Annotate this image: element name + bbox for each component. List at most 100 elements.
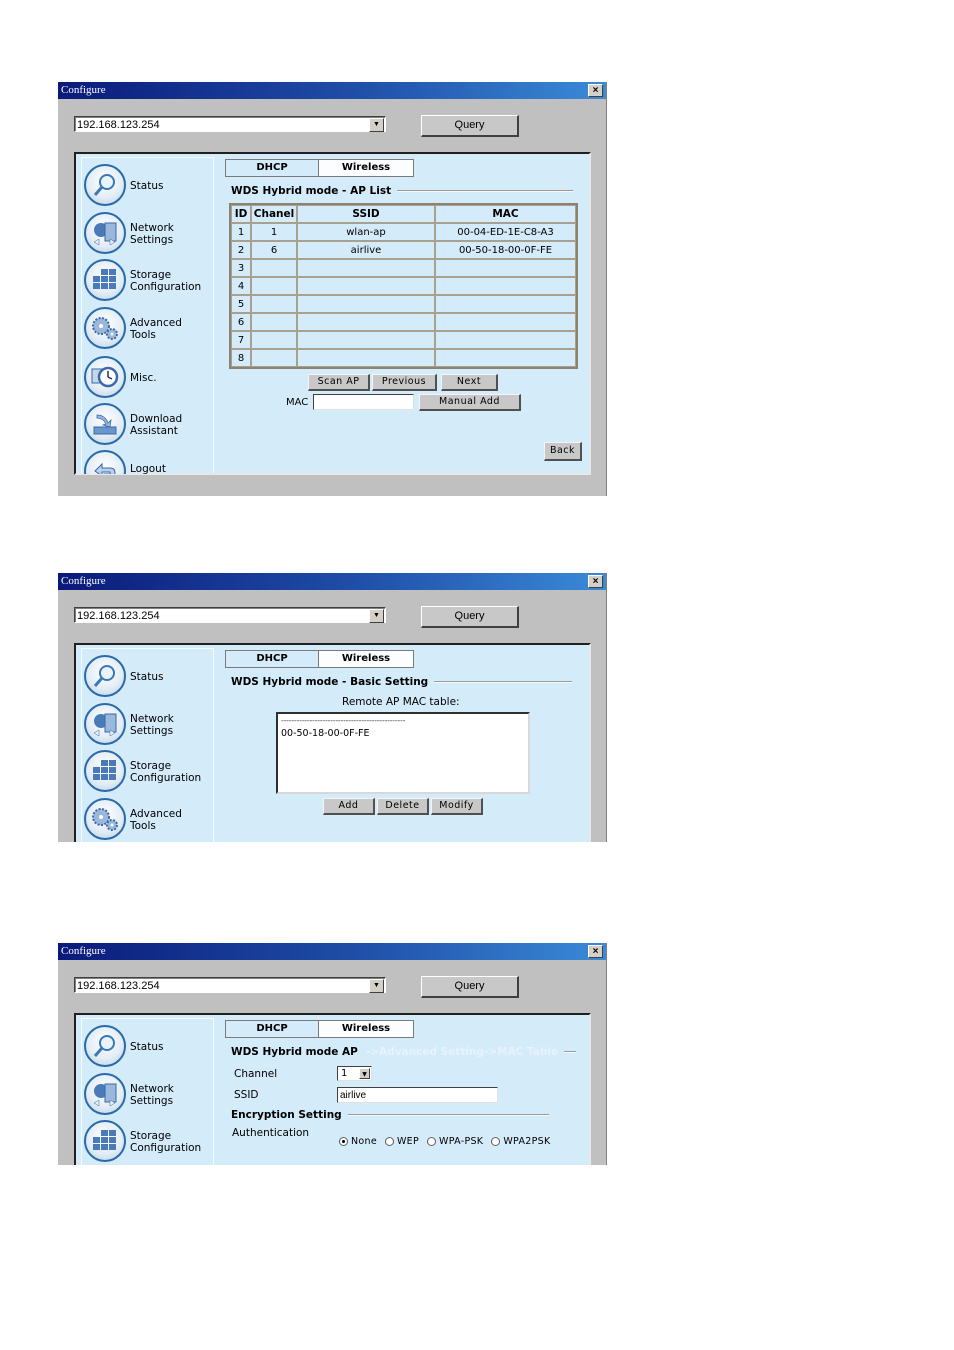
manual-add-button[interactable]: Manual Add: [419, 394, 521, 411]
modify-button[interactable]: Modify: [431, 798, 483, 815]
address-value: 192.168.123.254: [77, 119, 160, 131]
sidebar-label: Advanced Tools: [130, 808, 182, 832]
sidebar-item-storage-configuration[interactable]: Storage Configuration: [84, 750, 214, 796]
remote-ap-mac-list[interactable]: ----------------------------------------…: [276, 712, 530, 794]
auth-option-wep[interactable]: WEP: [384, 1136, 419, 1147]
divider: [347, 1114, 549, 1116]
auth-option-none[interactable]: None: [339, 1136, 377, 1147]
label-line2: Assistant: [130, 425, 178, 437]
window-title: Configure: [61, 575, 106, 587]
window-title: Configure: [61, 84, 106, 96]
cell-channel: [251, 295, 297, 313]
sidebar: Status Network Settings Storage Configurat…: [81, 157, 214, 474]
cell-mac: [435, 331, 576, 349]
storage-grid-icon: [84, 259, 126, 301]
close-button[interactable]: ×: [588, 945, 603, 958]
configure-window-ap-list: Configure × 192.168.123.254 ▼ Query Stat…: [58, 82, 607, 496]
ssid-input[interactable]: [337, 1087, 498, 1103]
sidebar-item-status[interactable]: Status: [84, 1025, 214, 1071]
mac-input[interactable]: [313, 394, 414, 410]
section-header: WDS Hybrid mode - AP List: [231, 185, 574, 197]
tab-dhcp[interactable]: DHCP: [225, 1020, 319, 1038]
scan-ap-button[interactable]: Scan AP: [308, 374, 370, 391]
add-button[interactable]: Add: [323, 798, 375, 815]
network-icon: [84, 212, 126, 254]
query-button[interactable]: Query: [421, 606, 519, 628]
table-row[interactable]: 3: [231, 259, 576, 277]
sidebar-item-network-settings[interactable]: Network Settings: [84, 1073, 214, 1119]
channel-select[interactable]: 1 ▼: [337, 1066, 372, 1081]
radio-icon[interactable]: [384, 1137, 394, 1146]
sidebar-item-status[interactable]: Status: [84, 655, 214, 701]
close-button[interactable]: ×: [588, 84, 603, 97]
sidebar-item-advanced-tools[interactable]: Advanced Tools: [84, 307, 214, 353]
sidebar-item-storage-configuration[interactable]: Storage Configuration: [84, 259, 214, 305]
ssid-label: SSID: [234, 1089, 259, 1101]
section-header: WDS Hybrid mode - Basic Setting: [231, 676, 573, 688]
table-row[interactable]: 1 1 wlan-ap 00-04-ED-1E-C8-A3: [231, 223, 576, 241]
cell-channel: [251, 331, 297, 349]
auth-option-wpa-psk[interactable]: WPA-PSK: [427, 1136, 483, 1147]
tab-bar: DHCP Wireless: [225, 1020, 414, 1038]
title-bar: Configure ×: [58, 573, 606, 590]
cell-channel: [251, 277, 297, 295]
table-row[interactable]: 2 6 airlive 00-50-18-00-0F-FE: [231, 241, 576, 259]
label-line2: Settings: [130, 725, 174, 737]
title-bar: Configure ×: [58, 943, 606, 960]
delete-button[interactable]: Delete: [377, 798, 429, 815]
table-row[interactable]: 7: [231, 331, 576, 349]
list-item[interactable]: 00-50-18-00-0F-FE: [281, 728, 525, 739]
radio-icon[interactable]: [427, 1137, 437, 1146]
cell-ssid: [297, 313, 435, 331]
dropdown-arrow-icon[interactable]: ▼: [369, 609, 384, 623]
radio-icon[interactable]: [491, 1137, 501, 1146]
sidebar-item-logout[interactable]: Logout: [84, 450, 214, 474]
address-combobox[interactable]: 192.168.123.254 ▼: [74, 116, 386, 132]
sidebar-item-storage-configuration[interactable]: Storage Configuration: [84, 1120, 214, 1165]
tab-wireless[interactable]: Wireless: [319, 650, 414, 668]
previous-button[interactable]: Previous: [372, 374, 437, 391]
cell-mac: 00-04-ED-1E-C8-A3: [435, 223, 576, 241]
column-header-channel: Chanel: [251, 205, 297, 223]
next-button[interactable]: Next: [441, 374, 498, 391]
address-combobox[interactable]: 192.168.123.254 ▼: [74, 977, 386, 993]
query-button[interactable]: Query: [421, 115, 519, 137]
auth-option-wpa2psk[interactable]: WPA2PSK: [491, 1136, 550, 1147]
tab-wireless[interactable]: Wireless: [319, 1020, 414, 1038]
radio-selected-icon[interactable]: [339, 1137, 348, 1146]
sidebar-item-status[interactable]: Status: [84, 164, 214, 210]
cell-mac: [435, 295, 576, 313]
dropdown-arrow-icon[interactable]: ▼: [369, 979, 384, 993]
sidebar-label: Logout: [130, 463, 166, 474]
sidebar-item-advanced-tools[interactable]: Advanced Tools: [84, 798, 214, 842]
table-row[interactable]: 8: [231, 349, 576, 367]
address-combobox[interactable]: 192.168.123.254 ▼: [74, 607, 386, 623]
sidebar-item-misc[interactable]: Misc.: [84, 356, 214, 402]
back-button[interactable]: Back: [544, 442, 582, 461]
query-button[interactable]: Query: [421, 976, 519, 998]
label-line2: Tools: [130, 329, 156, 341]
cell-ssid: [297, 259, 435, 277]
tab-dhcp[interactable]: DHCP: [225, 159, 319, 177]
cell-ssid: [297, 331, 435, 349]
cell-ssid: [297, 349, 435, 367]
network-icon: [84, 703, 126, 745]
content-area: DHCP Wireless WDS Hybrid mode - AP List …: [219, 154, 589, 473]
cell-id: 2: [231, 241, 251, 259]
sidebar-label: Storage Configuration: [130, 760, 201, 784]
sidebar-item-network-settings[interactable]: Network Settings: [84, 212, 214, 258]
sidebar-item-network-settings[interactable]: Network Settings: [84, 703, 214, 749]
close-icon: ×: [592, 946, 599, 957]
tab-wireless[interactable]: Wireless: [319, 159, 414, 177]
magnifier-icon: [84, 655, 126, 697]
table-row[interactable]: 6: [231, 313, 576, 331]
close-button[interactable]: ×: [588, 575, 603, 588]
sidebar-item-download-assistant[interactable]: Download Assistant: [84, 403, 214, 449]
chevron-down-icon[interactable]: ▼: [359, 1068, 370, 1079]
dropdown-arrow-icon[interactable]: ▼: [369, 118, 384, 132]
label-line1: Advanced: [130, 317, 182, 329]
tab-dhcp[interactable]: DHCP: [225, 650, 319, 668]
table-row[interactable]: 5: [231, 295, 576, 313]
table-row[interactable]: 4: [231, 277, 576, 295]
cell-id: 5: [231, 295, 251, 313]
